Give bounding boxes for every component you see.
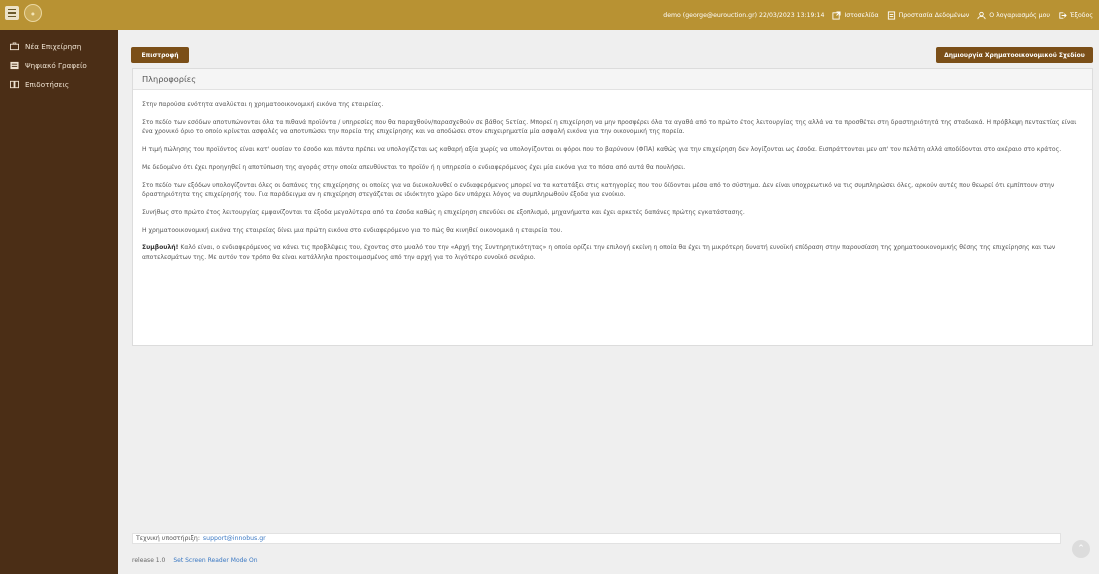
info-paragraph: Με δεδομένο ότι έχει προηγηθεί η αποτύπω… [142, 163, 686, 171]
panel-title: Πληροφορίες [133, 69, 1092, 90]
sidebar-item-digital-office[interactable]: Ψηφιακό Γραφείο [0, 56, 118, 75]
logo[interactable]: ● [24, 4, 42, 22]
briefcase-icon [10, 42, 19, 51]
sidebar-item-subsidies[interactable]: Επιδοτήσεις [0, 75, 118, 94]
document-icon [887, 10, 895, 20]
scroll-top-button[interactable]: ⌃ [1072, 540, 1090, 558]
data-protection-label: Προστασία Δεδομένων [898, 11, 970, 19]
logout-icon [1059, 11, 1067, 19]
user-icon [977, 11, 986, 19]
support-bar: Τεχνική υποστήριξη: support@innobus.gr [132, 533, 1061, 544]
top-bar: ● demo (george@eurouction.gr) 22/03/2023… [0, 0, 1099, 30]
logout-link[interactable]: Έξοδος [1058, 11, 1093, 20]
panel-body: Στην παρούσα ενότητα αναλύεται η χρηματο… [133, 90, 1092, 263]
board-icon [10, 61, 19, 70]
release-version: release 1.0 [132, 557, 166, 564]
sidebar-item-label: Επιδοτήσεις [25, 80, 70, 89]
top-nav: demo (george@eurouction.gr) 22/03/2023 1… [663, 0, 1093, 30]
info-paragraph: Στο πεδίο των εξόδων υπολογίζονται όλες … [142, 181, 1055, 199]
sidebar: Νέα Επιχείρηση Ψηφιακό Γραφείο Επιδοτήσε… [0, 30, 118, 574]
account-link[interactable]: Ο λογαριασμός μου [977, 11, 1050, 20]
support-email-link[interactable]: support@innobus.gr [203, 535, 266, 542]
create-financial-plan-button[interactable]: Δημιουργία Χρηματοοικονομικού Σχεδίου [936, 47, 1093, 63]
main-content: Επιστροφή Δημιουργία Χρηματοοικονομικού … [118, 30, 1099, 574]
screen-reader-link[interactable]: Set Screen Reader Mode On [173, 557, 257, 564]
menu-toggle-button[interactable] [5, 6, 19, 20]
info-paragraph: Στην παρούσα ενότητα αναλύεται η χρηματο… [142, 101, 384, 108]
info-paragraph: Η τιμή πώλησης του προϊόντος είναι κατ' … [142, 146, 1062, 154]
sidebar-item-new-business[interactable]: Νέα Επιχείρηση [0, 37, 118, 56]
external-link-icon [832, 10, 841, 20]
sidebar-item-label: Νέα Επιχείρηση [25, 42, 82, 51]
website-link-label: Ιστοσελίδα [844, 11, 879, 19]
tip-text: Καλό είναι, ο ενδιαφερόμενος να κάνει τι… [142, 244, 1056, 262]
chevron-up-icon: ⌃ [1077, 544, 1085, 554]
data-protection-link[interactable]: Προστασία Δεδομένων [887, 10, 970, 20]
info-paragraph: Στο πεδίο των εσόδων αποτυπώνονται όλα τ… [142, 118, 1077, 136]
tip-paragraph: Συμβουλή! Καλό είναι, ο ενδιαφερόμενος ν… [142, 243, 1080, 262]
release-bar: release 1.0 Set Screen Reader Mode On [132, 557, 258, 564]
account-label: Ο λογαριασμός μου [989, 11, 1050, 19]
sidebar-item-label: Ψηφιακό Γραφείο [25, 61, 87, 70]
tip-label: Συμβουλή! [142, 244, 179, 252]
user-info: demo (george@eurouction.gr) 22/03/2023 1… [663, 11, 825, 19]
info-paragraph: Συνήθως στο πρώτο έτος λειτουργίας εμφαν… [142, 208, 745, 216]
logout-label: Έξοδος [1069, 11, 1093, 19]
info-paragraph: Η χρηματοοικονομική εικόνα της εταιρείας… [142, 226, 563, 234]
book-icon [10, 80, 19, 89]
website-link[interactable]: Ιστοσελίδα [832, 10, 879, 20]
support-label: Τεχνική υποστήριξη: [136, 535, 200, 542]
info-panel: Πληροφορίες Στην παρούσα ενότητα αναλύετ… [132, 68, 1093, 346]
back-button[interactable]: Επιστροφή [131, 47, 189, 63]
